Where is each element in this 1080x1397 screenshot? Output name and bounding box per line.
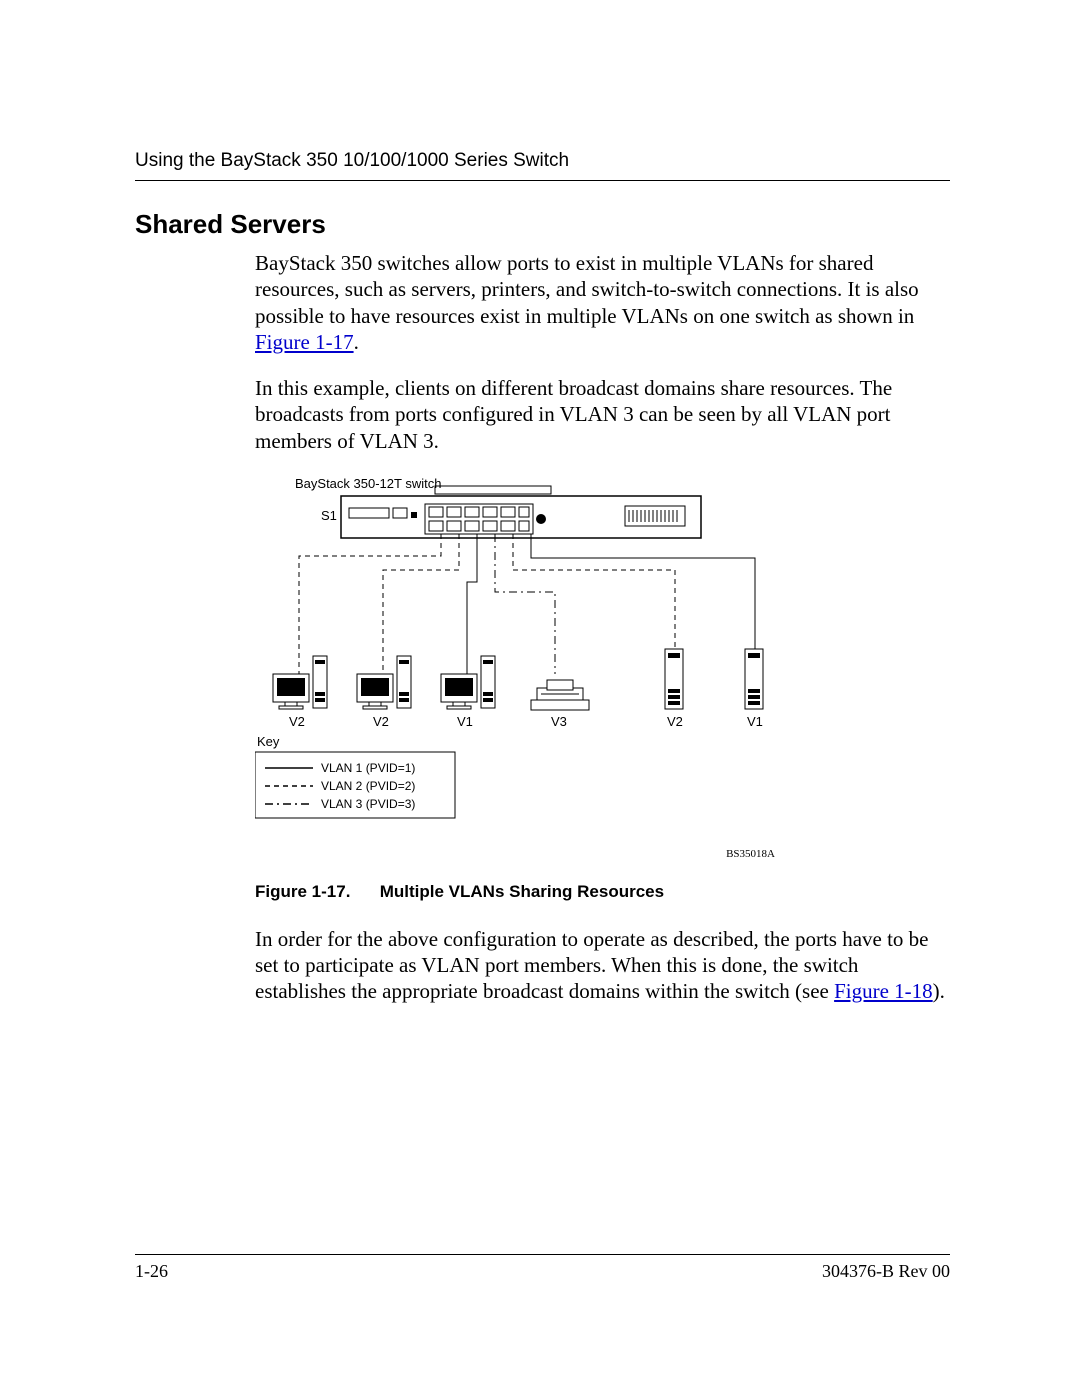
figure-caption: Figure 1-17. Multiple VLANs Sharing Reso… xyxy=(255,882,950,902)
workstation-icon xyxy=(441,656,495,709)
device-label: V2 xyxy=(667,714,683,729)
footer-rule xyxy=(135,1254,950,1255)
printer-icon xyxy=(531,680,589,710)
figure-1-17: BayStack 350-12T switch S1 xyxy=(255,474,795,864)
key-row: VLAN 3 (PVID=3) xyxy=(321,797,415,811)
page-number: 1-26 xyxy=(135,1261,168,1282)
caption-title: Multiple VLANs Sharing Resources xyxy=(380,882,664,901)
switch-label: BayStack 350-12T switch xyxy=(295,476,441,491)
header-rule xyxy=(135,180,950,181)
para3-text-b: ). xyxy=(933,979,945,1003)
para1-text-b: . xyxy=(354,330,359,354)
workstation-icon xyxy=(357,656,411,709)
paragraph-1: BayStack 350 switches allow ports to exi… xyxy=(255,250,950,355)
paragraph-2: In this example, clients on different br… xyxy=(255,375,950,454)
caption-number: Figure 1-17. xyxy=(255,882,375,902)
key-row: VLAN 1 (PVID=1) xyxy=(321,761,415,775)
device-label: V2 xyxy=(373,714,389,729)
para1-text-a: BayStack 350 switches allow ports to exi… xyxy=(255,251,919,328)
figure-1-17-link[interactable]: Figure 1-17 xyxy=(255,330,354,354)
para3-text-a: In order for the above configuration to … xyxy=(255,927,929,1004)
device-label: V1 xyxy=(747,714,763,729)
key-row: VLAN 2 (PVID=2) xyxy=(321,779,415,793)
server-icon xyxy=(665,649,683,709)
figure-1-18-link[interactable]: Figure 1-18 xyxy=(834,979,933,1003)
doc-id: 304376-B Rev 00 xyxy=(822,1261,950,1282)
s1-label: S1 xyxy=(321,508,337,523)
paragraph-3: In order for the above configuration to … xyxy=(255,926,950,1005)
key-title: Key xyxy=(257,734,280,749)
running-head: Using the BayStack 350 10/100/1000 Serie… xyxy=(135,150,950,172)
server-icon xyxy=(745,649,763,709)
page-footer: 1-26 304376-B Rev 00 xyxy=(135,1254,950,1282)
device-label: V3 xyxy=(551,714,567,729)
device-label: V1 xyxy=(457,714,473,729)
figure-id: BS35018A xyxy=(726,848,775,860)
section-title: Shared Servers xyxy=(135,209,950,240)
workstation-icon xyxy=(273,656,327,709)
device-label: V2 xyxy=(289,714,305,729)
